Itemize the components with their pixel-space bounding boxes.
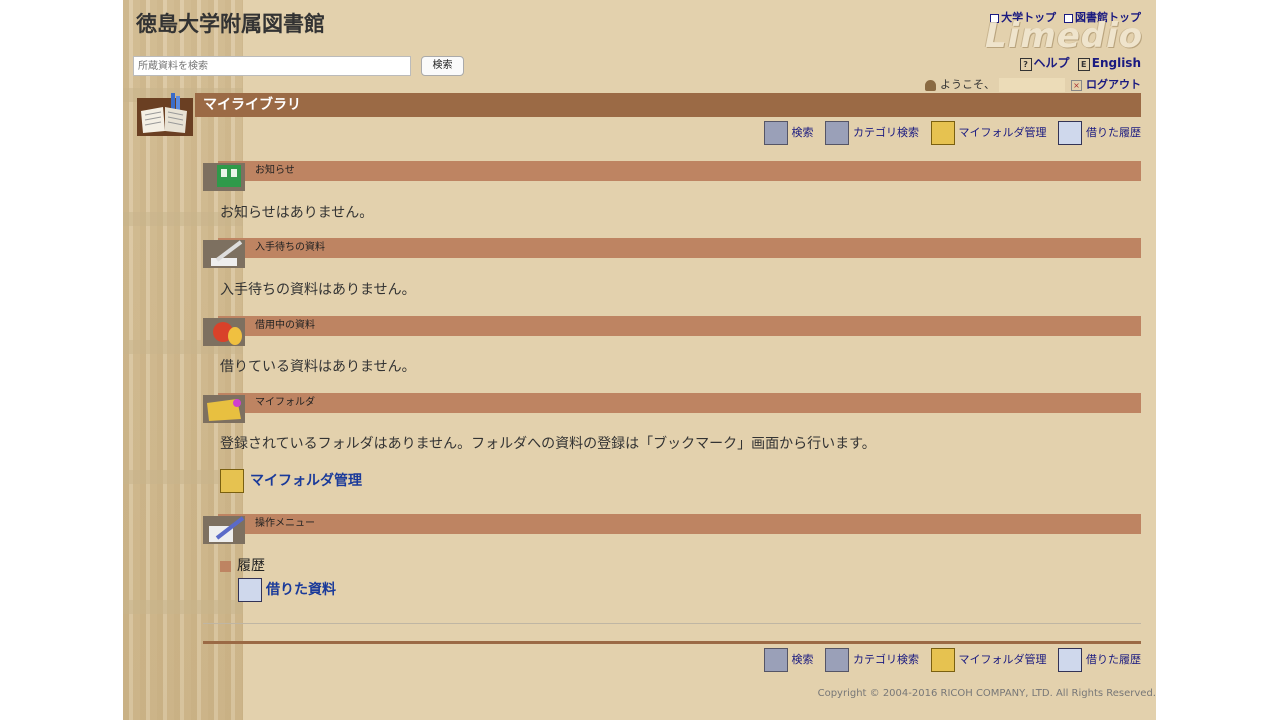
apple-icon (203, 318, 245, 346)
help-icon: ? (1019, 58, 1032, 71)
myfolder-message: 登録されているフォルダはありません。フォルダへの資料の登録は「ブックマーク」画面… (220, 436, 876, 452)
borrowed-items-link[interactable]: 借りた資料 (238, 578, 336, 602)
borrowed-items-label: 借りた資料 (266, 582, 336, 598)
notice-icon (203, 163, 245, 191)
user-name-box (999, 78, 1065, 92)
english-label: English (1091, 56, 1141, 70)
page: 徳島大学附属図書館 検索 大学トップ 図書館トップ Limedio ?ヘルプ E… (123, 0, 1156, 720)
footer-nav-category-label: カテゴリ検索 (853, 653, 919, 666)
menu-pen-icon (203, 516, 245, 544)
close-icon: × (1071, 79, 1082, 91)
search-input[interactable] (133, 56, 411, 76)
history-label: 履歴 (220, 555, 265, 575)
menu-header: 操作メニュー (218, 514, 1141, 534)
category-search-icon (825, 121, 849, 145)
nav-search[interactable]: 検索 (763, 121, 814, 145)
search-button[interactable]: 検索 (421, 56, 464, 76)
bottom-nav: 検索 カテゴリ検索 マイフォルダ管理 借りた履歴 (756, 648, 1141, 672)
nav-category-search[interactable]: カテゴリ検索 (825, 121, 919, 145)
waiting-header: 入手待ちの資料 (218, 238, 1141, 258)
waiting-message: 入手待ちの資料はありません。 (220, 282, 416, 298)
folder-icon (220, 469, 244, 493)
borrowing-message: 借りている資料はありません。 (220, 359, 416, 375)
welcome-line: ようこそ、 × ログアウト (925, 76, 1141, 92)
nav-myfolder-label: マイフォルダ管理 (958, 126, 1047, 139)
notice-message: お知らせはありません。 (220, 205, 374, 221)
footer-nav-search[interactable]: 検索 (763, 648, 814, 672)
nav-myfolder[interactable]: マイフォルダ管理 (930, 121, 1047, 145)
history-icon (1058, 121, 1082, 145)
english-icon: E (1077, 58, 1090, 71)
help-label: ヘルプ (1033, 56, 1070, 70)
divider (203, 623, 1141, 624)
history-icon (238, 578, 262, 602)
footer-nav-search-label: 検索 (791, 653, 814, 666)
notice-header: お知らせ (218, 161, 1141, 181)
folder-icon (930, 121, 955, 145)
nav-search-label: 検索 (791, 126, 814, 139)
folder-icon (930, 648, 955, 672)
history-label-text: 履歴 (237, 558, 265, 574)
bullet-square (220, 560, 231, 572)
footer-nav-history-label: 借りた履歴 (1086, 653, 1141, 666)
shelf-band (123, 600, 243, 614)
nav-history[interactable]: 借りた履歴 (1058, 121, 1141, 145)
top-nav: 検索 カテゴリ検索 マイフォルダ管理 借りた履歴 (756, 121, 1141, 145)
myfolder-manage-link[interactable]: マイフォルダ管理 (220, 469, 362, 493)
open-book-icon (137, 93, 193, 136)
footer-nav-history[interactable]: 借りた履歴 (1058, 648, 1141, 672)
copyright: Copyright © 2004-2016 RICOH COMPANY, LTD… (817, 688, 1156, 699)
nav-category-label: カテゴリ検索 (853, 126, 919, 139)
footer-nav-myfolder[interactable]: マイフォルダ管理 (930, 648, 1047, 672)
search-icon (763, 648, 788, 672)
page-title: 徳島大学附属図書館 (136, 12, 325, 36)
nav-history-label: 借りた履歴 (1086, 126, 1141, 139)
pen-icon (203, 240, 245, 268)
english-link[interactable]: E English (1077, 56, 1141, 71)
history-icon (1058, 648, 1082, 672)
help-line: ? ヘルプ E English (1019, 54, 1141, 71)
search-icon (763, 121, 788, 145)
footer-nav-myfolder-label: マイフォルダ管理 (958, 653, 1047, 666)
folder-icon (203, 395, 245, 423)
divider (203, 641, 1141, 644)
limedio-logo: Limedio (985, 16, 1144, 56)
logout-link[interactable]: ログアウト (1086, 78, 1141, 91)
myfolder-header: マイフォルダ (218, 393, 1141, 413)
user-icon (925, 79, 936, 91)
help-link[interactable]: ? ヘルプ (1019, 56, 1070, 71)
borrowing-header: 借用中の資料 (218, 316, 1141, 336)
category-search-icon (825, 648, 849, 672)
footer-nav-category-search[interactable]: カテゴリ検索 (825, 648, 919, 672)
welcome-text: ようこそ、 (940, 78, 995, 91)
my-library-bar: マイライブラリ (195, 93, 1141, 117)
myfolder-manage-label: マイフォルダ管理 (250, 473, 362, 489)
